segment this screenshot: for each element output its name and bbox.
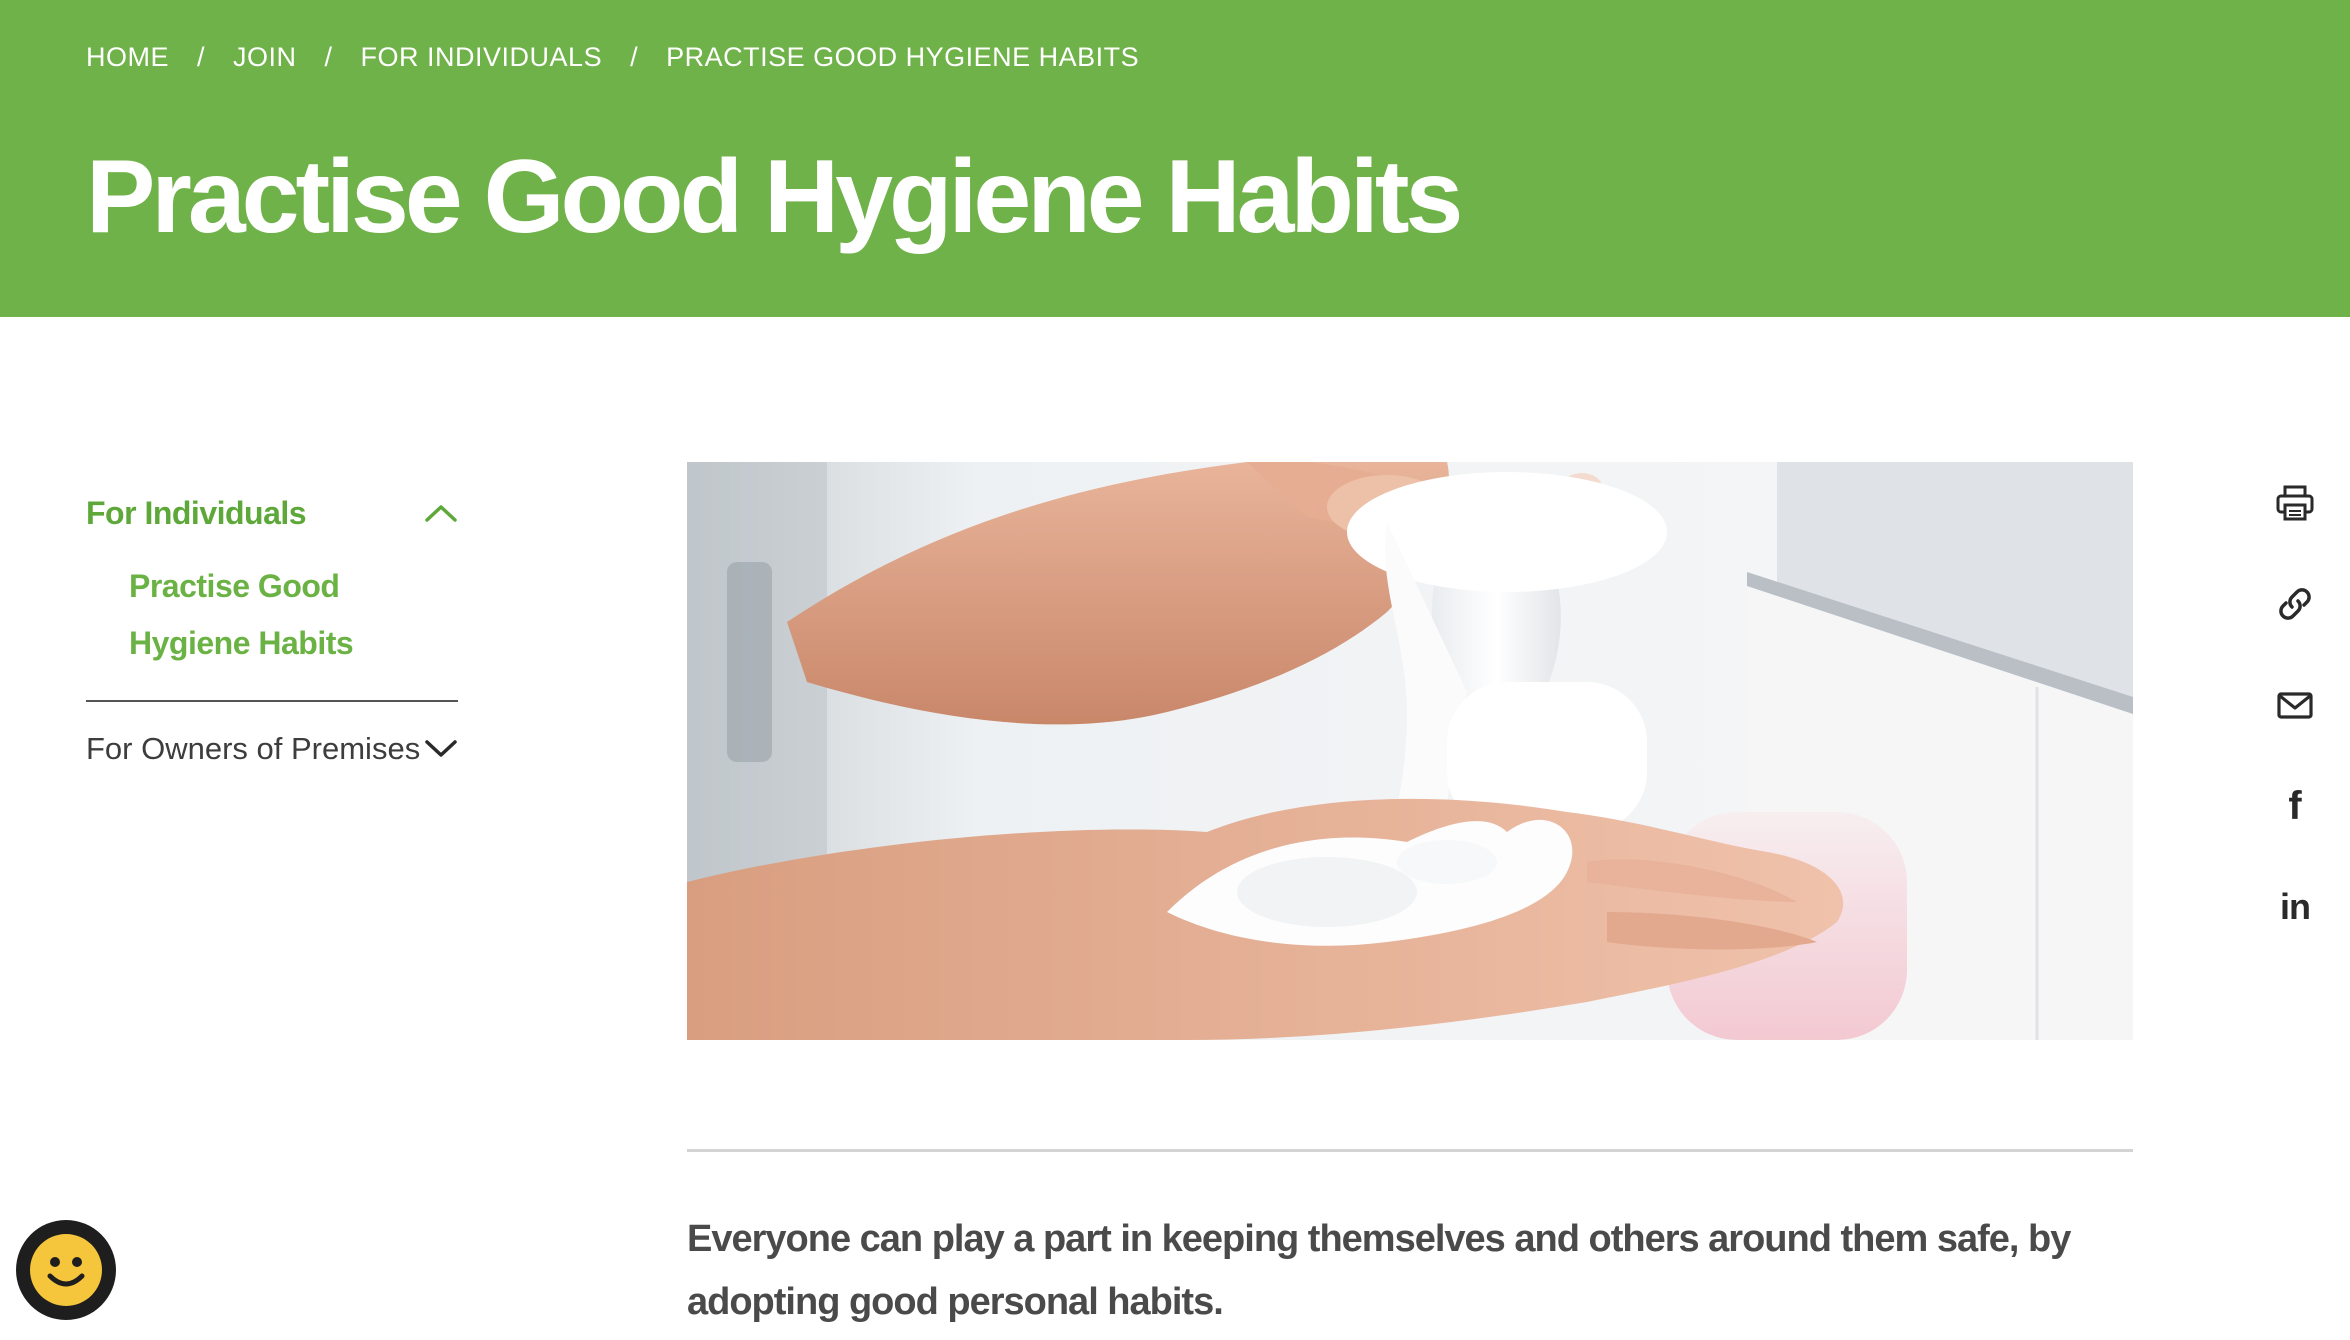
linkedin-share-button[interactable]: in (2270, 882, 2320, 932)
print-icon (2276, 485, 2314, 521)
hero-image (687, 462, 2133, 1040)
facebook-icon: f (2288, 784, 2302, 828)
sidebar-section-for-individuals[interactable]: For Individuals (86, 478, 458, 548)
link-icon (2279, 588, 2311, 620)
content-divider (687, 1149, 2133, 1152)
page-title: Practise Good Hygiene Habits (86, 139, 1463, 255)
page-header: HOME / JOIN / FOR INDIVIDUALS / PRACTISE… (0, 0, 2350, 317)
breadcrumb-for-individuals[interactable]: FOR INDIVIDUALS (361, 42, 603, 73)
breadcrumb-separator: / (630, 42, 639, 72)
linkedin-icon: in (2280, 886, 2311, 927)
share-toolbar: f in (2270, 478, 2320, 983)
feedback-button[interactable] (16, 1220, 116, 1320)
mail-icon (2277, 692, 2313, 719)
hand-soap-illustration (687, 462, 2133, 1040)
copy-link-button[interactable] (2270, 579, 2320, 629)
sidebar-nav: For Individuals Practise Good Hygiene Ha… (86, 478, 458, 802)
email-share-button[interactable] (2270, 680, 2320, 730)
smiley-icon (30, 1234, 102, 1306)
breadcrumb-separator: / (324, 42, 333, 72)
sidebar-section-label: For Individuals (86, 494, 307, 531)
breadcrumb-home[interactable]: HOME (86, 42, 169, 73)
print-button[interactable] (2270, 478, 2320, 528)
breadcrumb-current: PRACTISE GOOD HYGIENE HABITS (666, 42, 1140, 72)
sidebar-section-for-owners-of-premises[interactable]: For Owners of Premises (86, 702, 458, 802)
breadcrumb-join[interactable]: JOIN (233, 42, 297, 73)
breadcrumb: HOME / JOIN / FOR INDIVIDUALS / PRACTISE… (86, 42, 1139, 73)
breadcrumb-separator: / (197, 42, 206, 72)
sidebar-item-practise-good-hygiene-habits[interactable]: Practise Good Hygiene Habits (129, 558, 458, 672)
chevron-up-icon[interactable] (424, 502, 458, 524)
lead-paragraph: Everyone can play a part in keeping them… (687, 1218, 2071, 1323)
sidebar-section-label: For Owners of Premises (86, 731, 421, 766)
facebook-share-button[interactable]: f (2270, 781, 2320, 831)
chevron-down-icon[interactable] (424, 738, 458, 760)
